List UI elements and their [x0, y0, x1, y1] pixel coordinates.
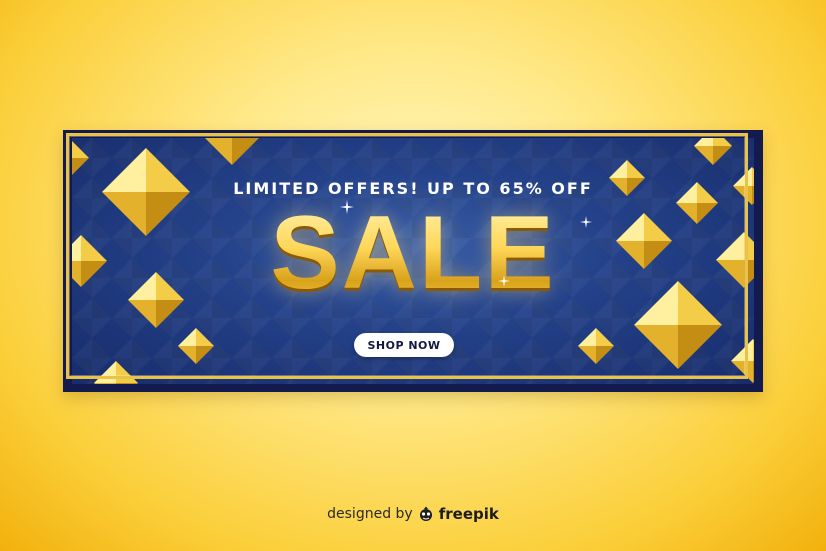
credit-brand: freepik [438, 505, 499, 523]
gold-diamond-icon [205, 138, 259, 165]
gold-diamond-icon [72, 141, 89, 175]
sale-title: SALE [72, 198, 754, 308]
gold-diamond-icon [694, 138, 732, 165]
gold-diamond-icon [178, 328, 214, 364]
freepik-logo-icon [419, 506, 432, 521]
sparkle-icon [340, 200, 354, 214]
gold-diamond-icon [731, 339, 754, 383]
gold-diamond-icon [94, 361, 138, 384]
shop-now-button[interactable]: SHOP NOW [354, 333, 454, 357]
sparkle-icon [498, 275, 510, 287]
banner-panel: LIMITED OFFERS! UP TO 65% OFF SALE SHOP … [72, 138, 754, 384]
sparkle-icon [580, 216, 592, 228]
gold-diamond-icon [578, 328, 614, 364]
attribution: designed by freepik [0, 505, 826, 523]
credit-prefix: designed by [327, 506, 413, 522]
sale-banner: LIMITED OFFERS! UP TO 65% OFF SALE SHOP … [63, 130, 763, 392]
